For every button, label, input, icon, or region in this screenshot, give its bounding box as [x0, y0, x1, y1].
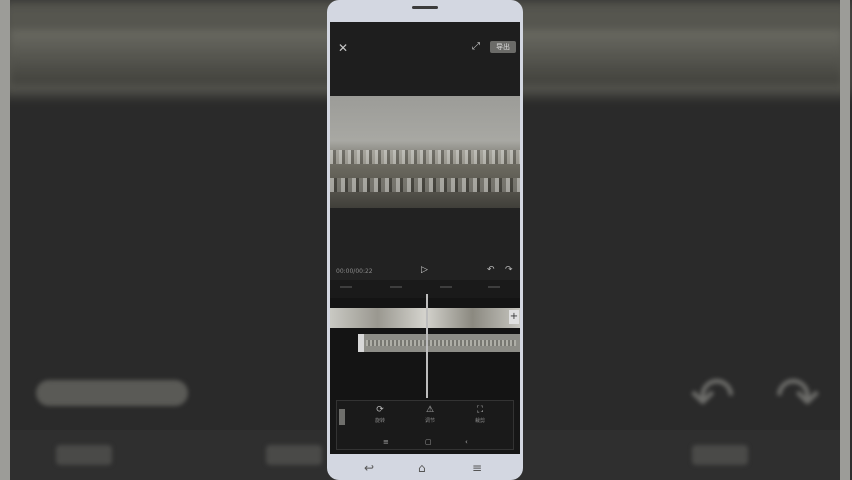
menu-icon[interactable]: ≡ [383, 437, 389, 447]
blurred-button [692, 445, 748, 465]
edit-toolbar: ⟳ 旋转 ⚠ 调节 ⛶ 裁剪 ≡ ▢ ‹ [336, 400, 514, 450]
ruler-tick [390, 286, 402, 288]
undo-icon[interactable]: ↶ [487, 265, 495, 275]
blurred-button [266, 445, 322, 465]
preview-texture [330, 178, 520, 192]
bg-edge-right [840, 0, 850, 480]
playhead[interactable] [426, 294, 428, 398]
blurred-button [56, 445, 112, 465]
blurred-undo-icon: ↶ [690, 365, 736, 428]
menu-icon[interactable]: ≡ [472, 461, 482, 475]
crop-icon: ⛶ [476, 405, 484, 415]
back-icon[interactable]: ‹ [465, 437, 468, 447]
ruler-tick [340, 286, 352, 288]
video-track[interactable] [330, 308, 520, 328]
audio-track[interactable] [358, 334, 520, 352]
fullscreen-icon[interactable]: ⤢ [472, 42, 480, 52]
ruler-tick [440, 286, 452, 288]
back-icon[interactable]: ↩ [364, 461, 374, 475]
tool-rotate[interactable]: ⟳ 旋转 [365, 405, 395, 424]
phone-frame: ✕ ⤢ 导出 00:00/00:22 ▷ ↶ ↷ + ⟳ 旋转 ⚠ 调节 ⛶ 裁… [327, 0, 523, 480]
blurred-redo-icon: ↷ [775, 365, 821, 428]
editor-topbar: ✕ ⤢ 导出 [330, 22, 520, 96]
bg-edge-left [0, 0, 10, 480]
rotate-icon: ⟳ [376, 405, 384, 415]
close-icon[interactable]: ✕ [338, 42, 348, 54]
tool-label: 调节 [424, 418, 435, 424]
export-button[interactable]: 导出 [490, 41, 516, 53]
add-clip-button[interactable]: + [509, 310, 519, 324]
timeline-ruler [330, 280, 520, 298]
tool-crop[interactable]: ⛶ 裁剪 [465, 405, 495, 424]
video-editor-screen: ✕ ⤢ 导出 00:00/00:22 ▷ ↶ ↷ + ⟳ 旋转 ⚠ 调节 ⛶ 裁… [330, 22, 520, 454]
tool-label: 裁剪 [474, 418, 485, 424]
video-preview[interactable] [330, 96, 520, 208]
toolbar-handle[interactable] [339, 409, 345, 425]
preview-texture [330, 150, 520, 164]
toolbar-subnav: ≡ ▢ ‹ [337, 437, 513, 447]
tool-label: 旋转 [374, 418, 385, 424]
system-nav-bar: ↩ ⌂ ≡ [330, 458, 520, 480]
warning-icon: ⚠ [425, 405, 435, 415]
playback-controls: 00:00/00:22 ▷ ↶ ↷ [330, 208, 520, 280]
tool-adjust[interactable]: ⚠ 调节 [415, 405, 445, 424]
audio-trim-handle[interactable] [358, 334, 364, 352]
home-icon[interactable]: ⌂ [418, 461, 426, 475]
audio-waveform [366, 340, 516, 346]
timecode: 00:00/00:22 [336, 268, 373, 275]
blurred-pill [36, 380, 188, 406]
ruler-tick [488, 286, 500, 288]
square-icon[interactable]: ▢ [425, 437, 432, 447]
redo-icon[interactable]: ↷ [505, 265, 513, 275]
timeline[interactable]: + [330, 294, 520, 400]
speaker [412, 6, 438, 9]
play-icon[interactable]: ▷ [421, 265, 428, 275]
